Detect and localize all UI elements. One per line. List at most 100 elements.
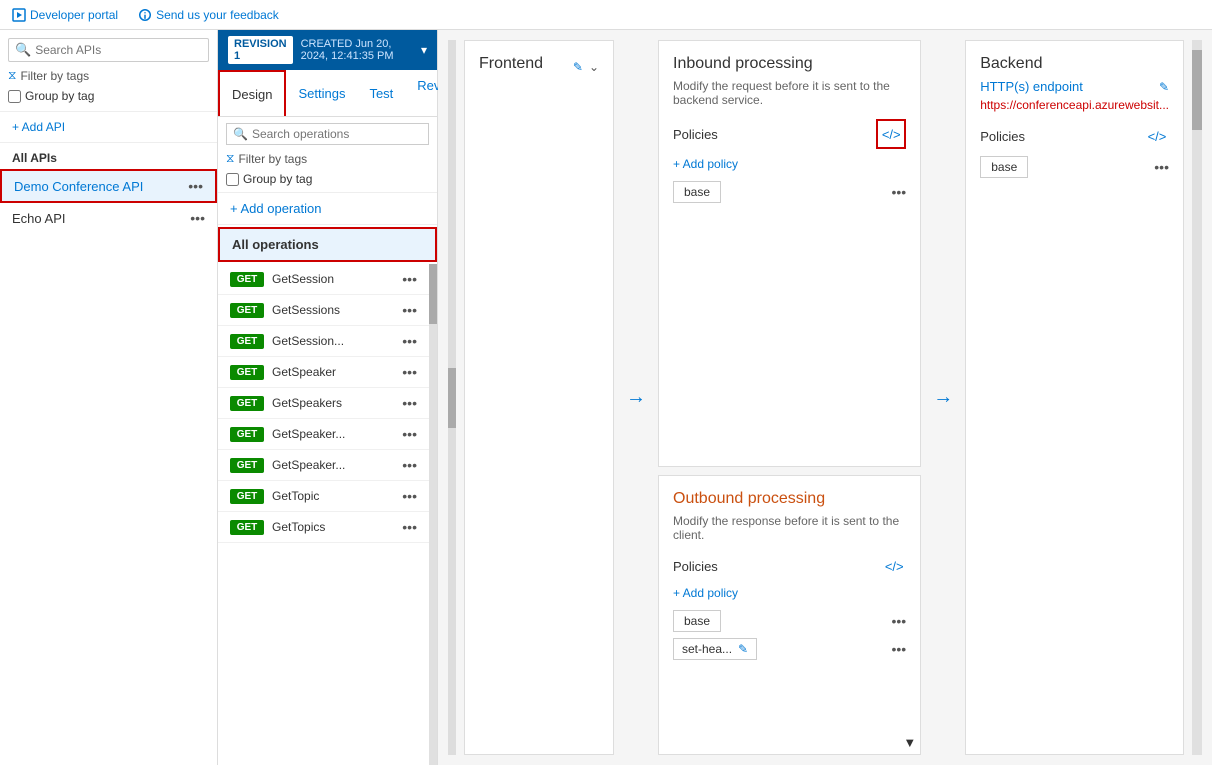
tab-settings[interactable]: Settings — [286, 70, 357, 116]
outbound-policies-row: Policies </> — [673, 554, 906, 578]
api-search-box: 🔍 — [8, 38, 209, 62]
inbound-title: Inbound processing — [673, 55, 906, 73]
frontend-chevron-icon[interactable]: ⌄ — [589, 60, 599, 74]
ops-group-checkbox[interactable] — [226, 173, 239, 186]
revision-badge: REVISION 1 — [228, 36, 293, 64]
api-item-dots[interactable]: ••• — [190, 210, 205, 226]
inbound-add-policy-button[interactable]: + Add policy — [673, 157, 906, 171]
code-icon: </> — [882, 127, 901, 142]
ops-filter-icon: ⧖ — [226, 151, 234, 166]
op-name: GetSpeaker... — [272, 458, 394, 472]
backend-base-tag[interactable]: base — [980, 156, 1028, 178]
all-operations-item[interactable]: All operations — [218, 227, 437, 262]
op-item-getspeakertopics[interactable]: GET GetSpeaker... ••• — [218, 450, 429, 481]
inbound-base-tag[interactable]: base — [673, 181, 721, 203]
right-scroll-thumb[interactable] — [1192, 50, 1202, 130]
outbound-base-tag[interactable]: base — [673, 610, 721, 632]
add-operation-button[interactable]: + Add operation — [218, 193, 437, 225]
ops-group-label: Group by tag — [243, 172, 312, 186]
revision-dropdown-icon[interactable]: ▾ — [421, 43, 427, 57]
outbound-code-icon-button[interactable]: </> — [882, 554, 906, 578]
op-item-gettopics[interactable]: GET GetTopics ••• — [218, 512, 429, 543]
frontend-edit-icon[interactable]: ✎ — [573, 60, 583, 74]
feedback-link[interactable]: Send us your feedback — [138, 8, 279, 22]
api-item-demo[interactable]: Demo Conference API ••• — [0, 169, 217, 203]
arrow-right-1: → — [622, 386, 650, 409]
op-dots[interactable]: ••• — [402, 457, 417, 473]
op-dots[interactable]: ••• — [402, 426, 417, 442]
op-item-getsessiontopics[interactable]: GET GetSession... ••• — [218, 326, 429, 357]
http-endpoint-label: HTTP(s) endpoint — [980, 79, 1083, 94]
ops-scrollbar[interactable] — [429, 264, 437, 765]
inbound-outbound-col: Inbound processing Modify the request be… — [658, 40, 921, 755]
op-item-gettopic[interactable]: GET GetTopic ••• — [218, 481, 429, 512]
main-cols: Frontend ✎ ⌄ → Inbound processing Modify… — [438, 30, 1212, 765]
op-dots[interactable]: ••• — [402, 302, 417, 318]
search-icon: 🔍 — [15, 42, 31, 58]
tab-bar: Design Settings Test Revisions (1) Chang… — [218, 70, 437, 117]
ops-scroll-thumb[interactable] — [429, 264, 437, 324]
inbound-desc: Modify the request before it is sent to … — [673, 79, 906, 107]
op-item-getspeakersessions[interactable]: GET GetSpeaker... ••• — [218, 419, 429, 450]
backend-title: Backend — [980, 55, 1169, 73]
op-badge: GET — [230, 334, 264, 349]
op-dots[interactable]: ••• — [402, 488, 417, 504]
op-name: GetTopic — [272, 489, 394, 503]
inbound-code-icon-button[interactable]: </> — [876, 119, 906, 149]
op-item-getspeaker[interactable]: GET GetSpeaker ••• — [218, 357, 429, 388]
outbound-scroll-down-icon[interactable]: ▼ — [903, 735, 916, 750]
backend-edit-icon[interactable]: ✎ — [1159, 80, 1169, 94]
op-name: GetSpeaker — [272, 365, 394, 379]
op-badge: GET — [230, 396, 264, 411]
outbound-base-dots[interactable]: ••• — [892, 613, 907, 629]
backend-link[interactable]: https://conferenceapi.azurewebsit... — [980, 98, 1169, 112]
backend-policies-label: Policies — [980, 129, 1025, 144]
op-badge: GET — [230, 365, 264, 380]
outbound-set-header-row: set-hea... ✎ ••• — [673, 638, 906, 660]
inbound-policy-dots[interactable]: ••• — [892, 184, 907, 200]
inbound-policies-label: Policies — [673, 127, 718, 142]
set-header-edit-icon[interactable]: ✎ — [738, 642, 748, 656]
api-search-input[interactable] — [35, 43, 202, 57]
group-label: Group by tag — [25, 89, 94, 103]
op-item-getsessions[interactable]: GET GetSessions ••• — [218, 295, 429, 326]
op-dots[interactable]: ••• — [402, 519, 417, 535]
ops-filter-row: ⧖ Filter by tags — [226, 149, 429, 168]
dev-portal-link[interactable]: Developer portal — [12, 8, 118, 22]
top-bar: Developer portal Send us your feedback — [0, 0, 1212, 30]
backend-policy-dots[interactable]: ••• — [1154, 159, 1169, 175]
frontend-panel: Frontend ✎ ⌄ — [464, 40, 614, 755]
op-dots[interactable]: ••• — [402, 271, 417, 287]
all-apis-label: All APIs — [0, 143, 217, 169]
op-item-getsession[interactable]: GET GetSession ••• — [218, 264, 429, 295]
op-dots[interactable]: ••• — [402, 364, 417, 380]
group-by-tag-checkbox[interactable] — [8, 90, 21, 103]
api-item-dots[interactable]: ••• — [188, 178, 203, 194]
group-row: Group by tag — [8, 89, 209, 103]
ops-group-row: Group by tag — [226, 172, 429, 186]
main-layout: 🔍 ⧖ Filter by tags Group by tag + Add AP… — [0, 30, 1212, 765]
api-item-echo[interactable]: Echo API ••• — [0, 203, 217, 233]
ops-search-box: 🔍 — [226, 123, 429, 145]
add-api-button[interactable]: + Add API — [0, 112, 217, 143]
op-item-getspeakers[interactable]: GET GetSpeakers ••• — [218, 388, 429, 419]
right-scrollbar[interactable] — [1192, 40, 1202, 755]
outbound-add-policy-button[interactable]: + Add policy — [673, 586, 906, 600]
op-name: GetTopics — [272, 520, 394, 534]
outbound-setheader-dots[interactable]: ••• — [892, 641, 907, 657]
revision-bar: REVISION 1 CREATED Jun 20, 2024, 12:41:3… — [218, 30, 437, 70]
op-badge: GET — [230, 272, 264, 287]
ops-search-input[interactable] — [252, 127, 422, 141]
backend-code-icon-button[interactable]: </> — [1145, 124, 1169, 148]
http-endpoint-row: HTTP(s) endpoint ✎ — [980, 79, 1169, 94]
outbound-set-header-tag[interactable]: set-hea... ✎ — [673, 638, 757, 660]
op-name: GetSpeakers — [272, 396, 394, 410]
ops-search-area: 🔍 ⧖ Filter by tags Group by tag — [218, 117, 437, 193]
ops-scroll-container: GET GetSession ••• GET GetSessions ••• G… — [218, 264, 437, 765]
op-dots[interactable]: ••• — [402, 333, 417, 349]
tab-design[interactable]: Design — [218, 70, 286, 116]
op-dots[interactable]: ••• — [402, 395, 417, 411]
tab-test[interactable]: Test — [357, 70, 405, 116]
op-badge: GET — [230, 427, 264, 442]
api-item-name: Echo API — [12, 211, 65, 226]
